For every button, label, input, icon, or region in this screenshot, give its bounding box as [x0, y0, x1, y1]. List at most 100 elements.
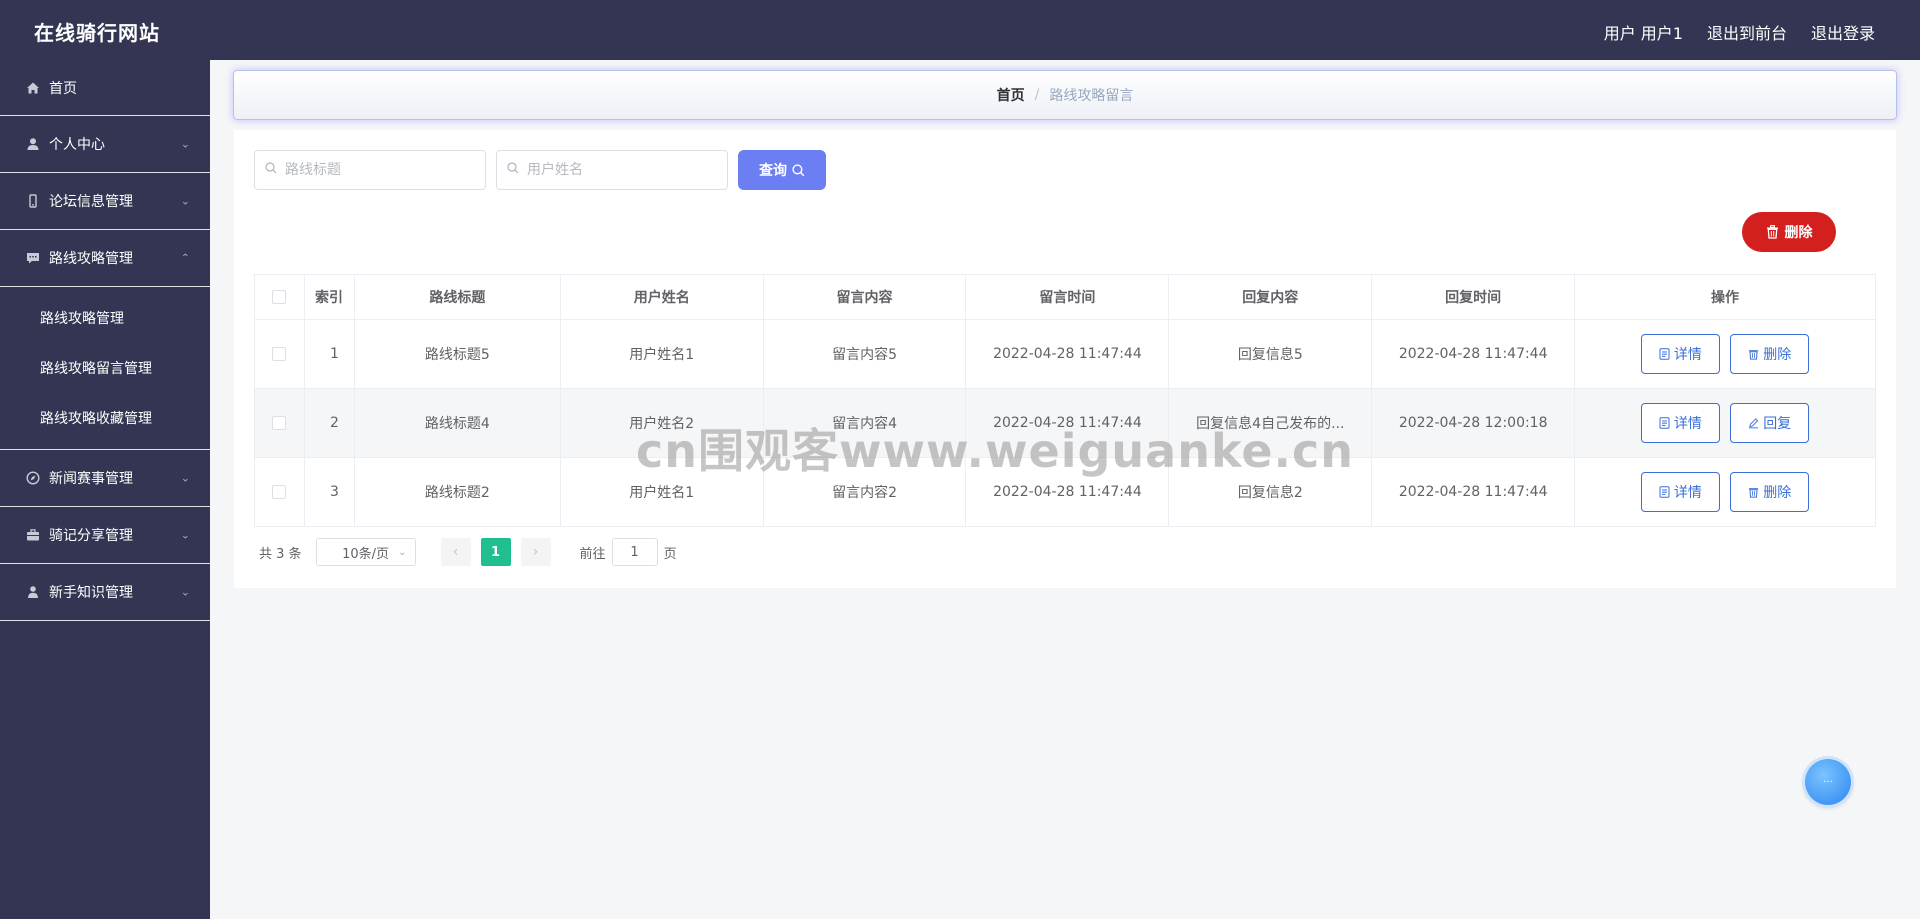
detail-button[interactable]: 详情	[1640, 334, 1720, 374]
submenu-route-guide-messages[interactable]: 路线攻略留言管理	[0, 343, 210, 393]
page-number-button[interactable]: 1	[480, 538, 511, 566]
detail-button[interactable]: 详情	[1640, 472, 1720, 512]
submenu-route-guide-favorites[interactable]: 路线攻略收藏管理	[0, 393, 210, 443]
column-header-message: 留言内容	[762, 274, 967, 320]
cell-index: 2	[303, 388, 355, 458]
username-search-field[interactable]	[496, 150, 728, 190]
compass-icon	[25, 470, 41, 486]
batch-delete-button[interactable]: 删除	[1742, 212, 1836, 252]
cell-message-time: 2022-04-28 11:47:44	[965, 457, 1170, 527]
row-checkbox[interactable]	[272, 347, 287, 361]
chevron-left-icon: ‹	[452, 544, 459, 560]
document-icon	[1659, 348, 1670, 360]
row-checkbox[interactable]	[272, 485, 287, 499]
delete-button[interactable]: 删除	[1730, 334, 1810, 374]
messages-table: 索引 路线标题 用户姓名 留言内容 留言时间 回复内容 回复时间 操作 1 路线…	[254, 274, 1876, 527]
prev-page-button[interactable]: ‹	[440, 538, 471, 566]
query-button[interactable]: 查询	[738, 150, 826, 190]
person-icon	[25, 584, 41, 600]
cell-route-title: 路线标题4	[353, 388, 561, 458]
cell-reply-time: 2022-04-28 11:47:44	[1371, 319, 1576, 389]
select-all-cell	[254, 274, 305, 320]
cell-reply-time: 2022-04-28 12:00:18	[1371, 388, 1576, 458]
username-input[interactable]	[527, 162, 717, 178]
route-title-search-field[interactable]	[254, 150, 486, 190]
detail-button-label: 详情	[1673, 347, 1702, 363]
chevron-down-icon: ⌄	[398, 546, 407, 558]
exit-to-front-link[interactable]: 退出到前台	[1707, 20, 1787, 44]
sidebar-item-news-events[interactable]: 新闻赛事管理 ⌄	[0, 450, 210, 507]
detail-button-label: 详情	[1673, 416, 1702, 432]
select-all-checkbox[interactable]	[272, 290, 287, 304]
user-icon	[25, 136, 41, 152]
cell-username: 用户姓名2	[559, 388, 764, 458]
next-page-button[interactable]: ›	[520, 538, 551, 566]
cell-message: 留言内容4	[762, 388, 967, 458]
column-header-reply: 回复内容	[1168, 274, 1373, 320]
detail-button[interactable]: 详情	[1640, 403, 1720, 443]
cell-actions: 详情 删除	[1574, 319, 1876, 389]
sidebar-item-label: 个人中心	[49, 137, 105, 153]
delete-button-label: 删除	[1763, 347, 1792, 363]
page-unit-label: 页	[663, 546, 677, 562]
breadcrumb-home[interactable]: 首页	[997, 85, 1025, 105]
breadcrumb-separator: /	[1034, 87, 1040, 103]
column-header-index: 索引	[303, 274, 355, 320]
chevron-right-icon: ›	[532, 544, 539, 560]
delete-button[interactable]: 删除	[1730, 472, 1810, 512]
search-icon	[792, 163, 805, 177]
reply-button-label: 回复	[1763, 416, 1792, 432]
trash-icon	[1766, 225, 1779, 239]
chat-icon	[25, 250, 41, 266]
edit-icon	[1748, 417, 1759, 429]
page-size-value: 10条/页	[342, 546, 390, 562]
sidebar-item-forum[interactable]: 论坛信息管理 ⌄	[0, 173, 210, 230]
route-title-input[interactable]	[285, 162, 475, 178]
trash-icon	[1748, 486, 1759, 498]
goto-label: 前往	[579, 546, 606, 562]
delete-button-label: 删除	[1763, 485, 1792, 501]
header-actions: 用户 用户1 退出到前台 退出登录	[1604, 20, 1875, 44]
home-icon	[25, 80, 41, 96]
briefcase-icon	[25, 527, 41, 543]
cell-reply: 回复信息5	[1168, 319, 1373, 389]
chevron-down-icon: ⌄	[180, 585, 190, 599]
table-row: 3 路线标题2 用户姓名1 留言内容2 2022-04-28 11:47:44 …	[254, 457, 1876, 527]
column-header-route-title: 路线标题	[353, 274, 561, 320]
sidebar-item-label: 首页	[49, 80, 77, 97]
chevron-down-icon: ⌄	[180, 471, 190, 485]
top-header: 在线骑行网站 用户 用户1 退出到前台 退出登录	[0, 0, 1920, 60]
chevron-down-icon: ⌄	[180, 194, 190, 208]
cell-username: 用户姓名1	[559, 457, 764, 527]
submenu-route-guide-management[interactable]: 路线攻略管理	[0, 293, 210, 343]
cell-message-time: 2022-04-28 11:47:44	[965, 388, 1170, 458]
sidebar-item-home[interactable]: 首页	[0, 60, 210, 116]
sidebar-item-personal-center[interactable]: 个人中心 ⌄	[0, 116, 210, 173]
table-row: 1 路线标题5 用户姓名1 留言内容5 2022-04-28 11:47:44 …	[254, 319, 1876, 389]
sidebar-item-ride-sharing[interactable]: 骑记分享管理 ⌄	[0, 507, 210, 564]
search-icon	[265, 162, 277, 178]
page-size-select[interactable]: 10条/页 ⌄	[315, 538, 416, 566]
goto-page-input[interactable]	[611, 538, 658, 566]
current-user-label[interactable]: 用户 用户1	[1604, 20, 1683, 44]
main-panel: 查询 删除 索引 路线标题 用户姓名 留言内容 留言时间 回复内容 回复时间 操	[234, 130, 1896, 588]
trash-icon	[1748, 348, 1759, 360]
sidebar-item-beginner-knowledge[interactable]: 新手知识管理 ⌄	[0, 564, 210, 621]
breadcrumb: 首页 / 路线攻略留言	[233, 70, 1897, 120]
page-jumper: 前往 页	[580, 538, 677, 566]
floating-assist-button[interactable]: ···	[1805, 759, 1851, 805]
logout-link[interactable]: 退出登录	[1811, 20, 1875, 44]
cell-index: 1	[303, 319, 355, 389]
row-checkbox[interactable]	[272, 416, 287, 430]
cell-message-time: 2022-04-28 11:47:44	[965, 319, 1170, 389]
document-icon	[1659, 417, 1670, 429]
chevron-up-icon: ⌃	[180, 251, 190, 265]
cell-message: 留言内容5	[762, 319, 967, 389]
pagination: 共 3 条 10条/页 ⌄ ‹ 1 › 前往 页	[259, 538, 677, 566]
row-select-cell	[254, 457, 305, 527]
document-icon	[1659, 486, 1670, 498]
sidebar-item-route-guide[interactable]: 路线攻略管理 ⌃	[0, 230, 210, 287]
column-header-username: 用户姓名	[559, 274, 764, 320]
column-header-reply-time: 回复时间	[1371, 274, 1576, 320]
reply-button[interactable]: 回复	[1730, 403, 1810, 443]
